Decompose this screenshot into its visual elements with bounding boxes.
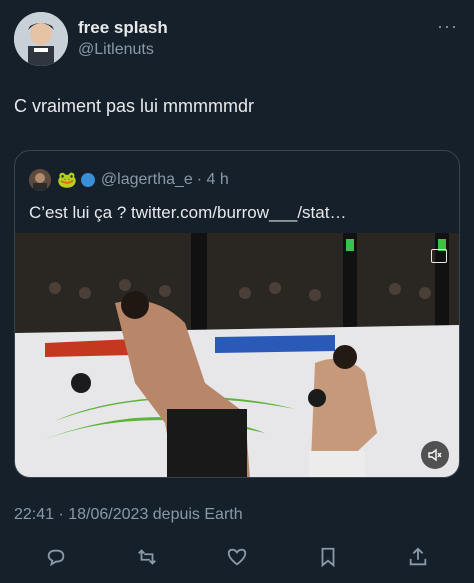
tweet-header: free splash @Litlenuts ··· — [14, 12, 460, 68]
quoted-author-avatar[interactable] — [29, 169, 51, 191]
author-handle[interactable]: @Litlenuts — [78, 39, 168, 61]
quoted-tweet-time: · 4 h — [196, 171, 229, 188]
author-display-name[interactable]: free splash — [78, 18, 168, 38]
quoted-gif[interactable] — [15, 233, 459, 477]
gif-icon — [431, 249, 447, 263]
more-options-icon[interactable]: ··· — [437, 16, 458, 37]
jellyfish-emoji-icon — [80, 173, 95, 187]
reply-icon[interactable] — [42, 543, 70, 571]
retweet-icon[interactable] — [133, 543, 161, 571]
quoted-tweet[interactable]: 🐸 @lagertha_e · 4 h C’est lui ça ? twitt… — [14, 150, 460, 478]
quoted-author-handle[interactable]: @lagertha_e — [101, 171, 193, 189]
quoted-author-name[interactable]: 🐸 — [57, 170, 77, 190]
author-avatar[interactable] — [14, 12, 68, 66]
mute-icon[interactable] — [421, 441, 449, 469]
quoted-tweet-header: 🐸 @lagertha_e · 4 h — [29, 169, 229, 191]
quoted-tweet-text: C’est lui ça ? twitter.com/burrow___/sta… — [29, 203, 347, 222]
tweet-actions — [42, 543, 432, 571]
tweet-timestamp[interactable]: 22:41 · 18/06/2023 depuis Earth — [14, 506, 243, 524]
bookmark-icon[interactable] — [314, 543, 342, 571]
tweet-text: C vraiment pas lui mmmmmdr — [14, 96, 255, 116]
like-icon[interactable] — [223, 543, 251, 571]
share-icon[interactable] — [404, 543, 432, 571]
